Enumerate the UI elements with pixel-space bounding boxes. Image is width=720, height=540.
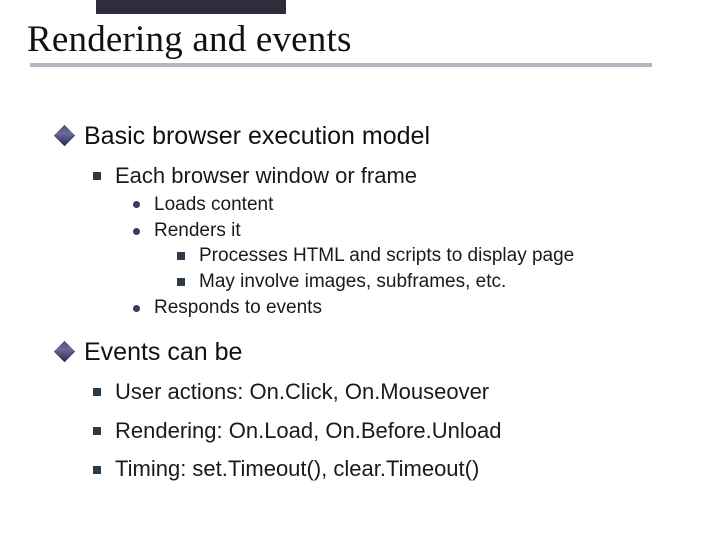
slide-body: Basic browser execution model Each brows… [57,120,692,486]
text: Loads content [154,193,273,217]
section-2-head: Events can be [57,336,692,368]
slide: Rendering and events Basic browser execu… [0,0,720,540]
text: May involve images, subframes, etc. [199,270,506,294]
text: Processes HTML and scripts to display pa… [199,244,574,268]
text: User actions: On.Click, On.Mouseover [115,378,489,407]
bullet: Timing: set.Timeout(), clear.Timeout() [93,455,692,484]
bullet: Loads content [133,193,692,217]
title-shadow [30,63,652,67]
text: Each browser window or frame [115,162,417,191]
bullet: Renders it [133,219,692,243]
section-1-sub: Each browser window or frame [93,162,692,191]
decoration-bar [96,0,286,14]
slide-title: Rendering and events [27,18,352,61]
dot-icon [133,201,140,208]
dot-icon [133,305,140,312]
sub-bullet: May involve images, subframes, etc. [177,270,692,294]
square-icon [93,388,101,396]
diamond-icon [54,341,75,362]
section-1-head: Basic browser execution model [57,120,692,152]
text: Renders it [154,219,241,243]
diamond-icon [54,125,75,146]
text: Responds to events [154,296,322,320]
dot-icon [133,228,140,235]
square-icon [93,427,101,435]
square-icon [177,278,185,286]
square-icon [93,172,101,180]
bullet: Responds to events [133,296,692,320]
sub-bullet: Processes HTML and scripts to display pa… [177,244,692,268]
text: Events can be [84,336,242,368]
square-icon [177,252,185,260]
square-icon [93,466,101,474]
bullet: User actions: On.Click, On.Mouseover [93,378,692,407]
text: Basic browser execution model [84,120,430,152]
text: Rendering: On.Load, On.Before.Unload [115,417,501,446]
bullet: Rendering: On.Load, On.Before.Unload [93,417,692,446]
text: Timing: set.Timeout(), clear.Timeout() [115,455,479,484]
